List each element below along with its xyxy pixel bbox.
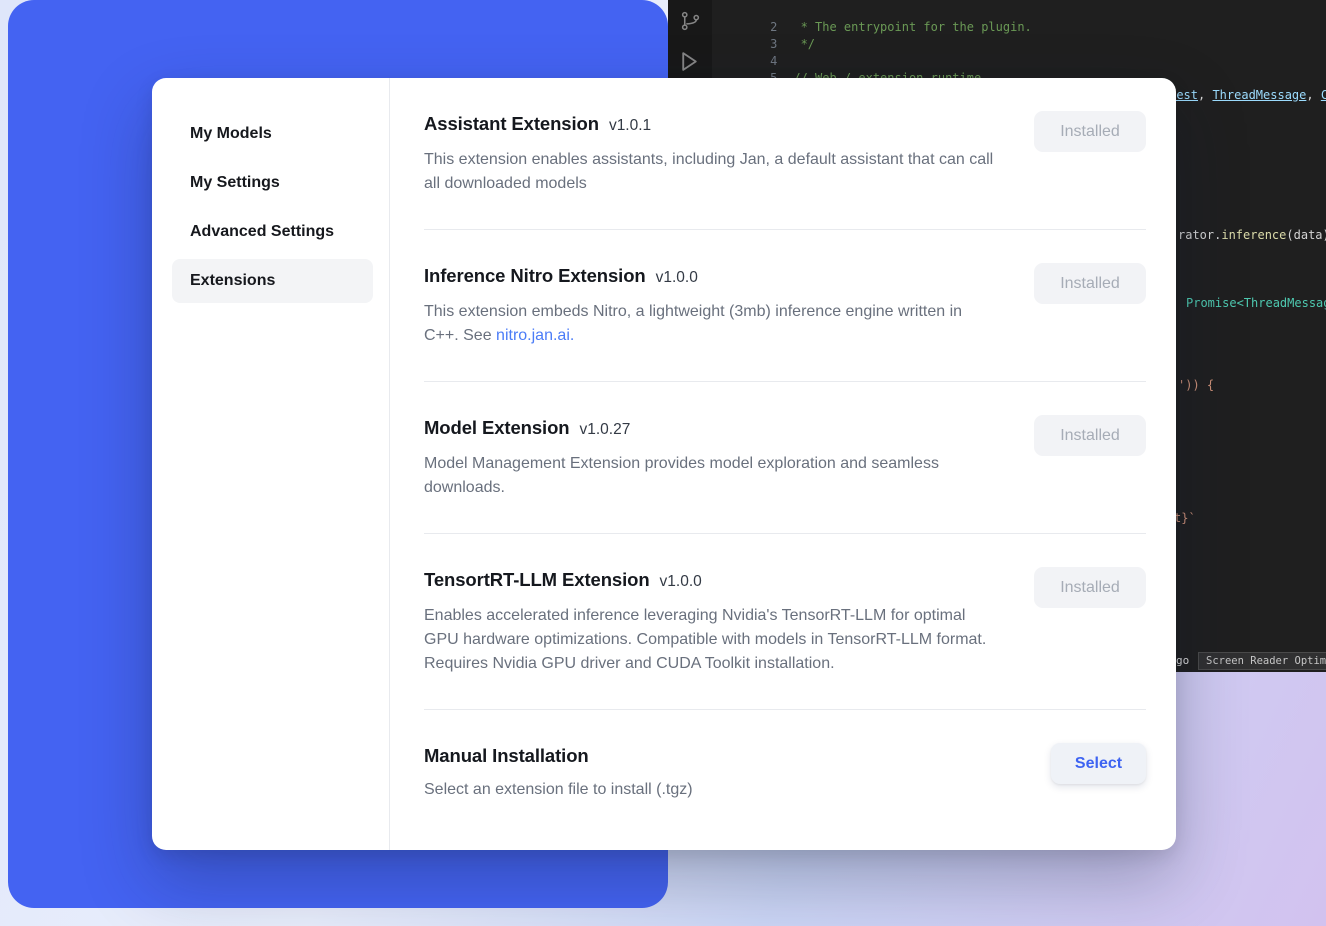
extension-version: v1.0.0 [660, 569, 702, 595]
extension-title: Inference Nitro Extension [424, 263, 646, 289]
settings-sidebar: My Models My Settings Advanced Settings … [152, 78, 390, 850]
extension-version: v1.0.1 [609, 113, 651, 139]
run-debug-icon[interactable] [679, 50, 700, 73]
screen-reader-toast[interactable]: Screen Reader Optimize [1198, 652, 1326, 670]
extension-version: v1.0.27 [580, 417, 631, 443]
source-control-icon[interactable] [679, 9, 702, 33]
extension-version: v1.0.0 [656, 265, 698, 291]
sidebar-item-advanced-settings[interactable]: Advanced Settings [172, 210, 373, 254]
extension-title: TensortRT-LLM Extension [424, 567, 650, 593]
extension-row-tensorrt: TensortRT-LLM Extension v1.0.0 Enables a… [424, 567, 1146, 676]
divider [424, 229, 1146, 230]
extension-description: Model Management Extension provides mode… [424, 452, 999, 500]
divider [424, 709, 1146, 710]
extension-description: This extension enables assistants, inclu… [424, 148, 999, 196]
code-line: 2 * The entrypoint for the plugin. [712, 2, 1326, 19]
installed-button[interactable]: Installed [1034, 111, 1146, 152]
line-number: 4 [755, 53, 793, 70]
code-line: 5// Web / extension runtime [712, 53, 1326, 70]
manual-installation-title: Manual Installation [424, 743, 589, 769]
nitro-jan-ai-link[interactable]: nitro.jan.ai. [496, 327, 574, 344]
code-fragment: rator.inference(data)); [1178, 227, 1326, 243]
code-fragment: t}` [1174, 510, 1196, 526]
extensions-panel: Assistant Extension v1.0.1 This extensio… [390, 78, 1176, 850]
extension-description: Enables accelerated inference leveraging… [424, 604, 999, 676]
sidebar-item-my-settings[interactable]: My Settings [172, 161, 373, 205]
divider [424, 381, 1146, 382]
sidebar-item-my-models[interactable]: My Models [172, 112, 373, 156]
installed-button[interactable]: Installed [1034, 415, 1146, 456]
code-fragment: Promise<ThreadMessage> [1186, 295, 1326, 311]
extension-row-assistant: Assistant Extension v1.0.1 This extensio… [424, 111, 1146, 196]
settings-modal: My Models My Settings Advanced Settings … [152, 78, 1176, 850]
sidebar-item-extensions[interactable]: Extensions [172, 259, 373, 303]
select-file-button[interactable]: Select [1051, 743, 1146, 784]
manual-installation-description: Select an extension file to install (.tg… [424, 778, 999, 802]
code-area: 2 * The entrypoint for the plugin. 3 */ … [712, 2, 1326, 87]
code-fragment: ')) { [1178, 377, 1214, 393]
divider [424, 533, 1146, 534]
extension-title: Assistant Extension [424, 111, 599, 137]
installed-button[interactable]: Installed [1034, 263, 1146, 304]
manual-installation-row: Manual Installation Select an extension … [424, 743, 1146, 802]
line-number: 3 [755, 36, 793, 53]
line-number: 2 [755, 19, 793, 36]
extension-row-nitro: Inference Nitro Extension v1.0.0 This ex… [424, 263, 1146, 348]
extension-title: Model Extension [424, 415, 570, 441]
installed-button[interactable]: Installed [1034, 567, 1146, 608]
extension-description: This extension embeds Nitro, a lightweig… [424, 300, 999, 348]
extension-row-model: Model Extension v1.0.27 Model Management… [424, 415, 1146, 500]
status-text: go [1176, 654, 1189, 667]
